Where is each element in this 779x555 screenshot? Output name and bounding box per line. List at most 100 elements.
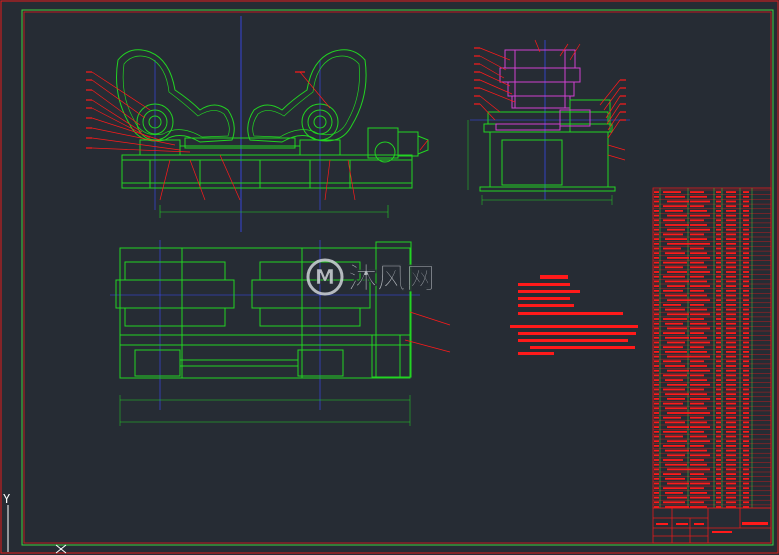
parts-list-cell-text bbox=[726, 383, 736, 386]
parts-list-cell-text bbox=[690, 416, 704, 419]
parts-list-cell-text bbox=[654, 482, 659, 485]
parts-list-cell-text bbox=[690, 318, 704, 320]
parts-list-cell-text bbox=[716, 247, 721, 250]
parts-list-cell-text bbox=[716, 430, 721, 433]
parts-list-cell-text bbox=[743, 416, 749, 419]
parts-list-cell-text bbox=[690, 388, 704, 391]
parts-list-cell-text bbox=[726, 219, 736, 222]
parts-list-cell-text bbox=[654, 210, 659, 212]
parts-list-cell-text bbox=[716, 496, 721, 499]
parts-list-cell-text bbox=[654, 322, 659, 325]
parts-list-cell-text bbox=[743, 308, 749, 311]
parts-list-cell-text bbox=[654, 477, 659, 480]
parts-list-cell-text bbox=[743, 454, 749, 457]
parts-list-cell-text bbox=[690, 304, 704, 306]
parts-list-cell-text bbox=[726, 275, 736, 278]
parts-list-cell-text bbox=[654, 416, 659, 419]
parts-list-cell-text bbox=[716, 299, 721, 302]
parts-list-cell-text bbox=[726, 473, 736, 475]
parts-list-cell-text bbox=[690, 238, 707, 240]
title-block bbox=[652, 507, 772, 544]
parts-list-cell-text bbox=[743, 412, 749, 414]
parts-list-cell-text bbox=[743, 398, 749, 400]
side-view bbox=[467, 40, 630, 205]
parts-list-cell-text bbox=[690, 473, 704, 475]
parts-list-cell-text bbox=[667, 313, 689, 316]
parts-list-cell-text bbox=[743, 228, 749, 231]
parts-list-cell-text bbox=[667, 299, 691, 302]
parts-list-cell-text bbox=[654, 374, 659, 377]
parts-list-cell-text bbox=[663, 205, 687, 208]
parts-list-cell-text bbox=[663, 304, 681, 306]
parts-list-cell-text bbox=[654, 238, 659, 240]
parts-list-cell-text bbox=[690, 247, 704, 250]
parts-list-cell-text bbox=[743, 393, 749, 396]
parts-list-cell-text bbox=[667, 214, 687, 217]
parts-list-cell-text bbox=[665, 322, 683, 325]
parts-list-cell-text bbox=[716, 318, 721, 320]
parts-list-cell-text bbox=[743, 355, 749, 358]
parts-list-cell-text bbox=[654, 369, 659, 372]
parts-list-cell-text bbox=[665, 252, 685, 255]
parts-list-cell-text bbox=[726, 318, 736, 320]
parts-list-cell-text bbox=[690, 383, 710, 386]
parts-list-cell-text bbox=[726, 416, 736, 419]
parts-list-cell-text bbox=[665, 379, 683, 381]
parts-list-cell-text bbox=[654, 266, 659, 269]
parts-list-cell-text bbox=[716, 416, 721, 419]
parts-list-cell-text bbox=[726, 388, 736, 391]
parts-list-cell-text bbox=[690, 501, 704, 504]
parts-list-cell-text bbox=[690, 275, 704, 278]
parts-list-cell-text bbox=[743, 407, 749, 410]
parts-list-cell-text bbox=[654, 336, 659, 339]
parts-list-cell-text bbox=[654, 200, 659, 203]
parts-list-cell-text bbox=[743, 322, 749, 325]
parts-list-cell-text bbox=[654, 360, 659, 363]
parts-list-cell-text bbox=[665, 238, 687, 240]
parts-list-cell-text bbox=[654, 407, 659, 410]
parts-list-cell-text bbox=[726, 496, 736, 499]
parts-list-cell-text bbox=[743, 247, 749, 250]
parts-list-cell-text bbox=[663, 318, 687, 320]
parts-list-cell-text bbox=[654, 459, 659, 461]
parts-list-cell-text bbox=[743, 313, 749, 316]
parts-list-cell-text bbox=[667, 383, 687, 386]
parts-list-cell-text bbox=[690, 219, 704, 222]
cad-drawing-canvas[interactable]: M 沐风网 Y bbox=[0, 0, 779, 555]
parts-list-cell-text bbox=[663, 487, 687, 490]
parts-list-cell-text bbox=[690, 210, 707, 212]
parts-list-cell-text bbox=[716, 336, 721, 339]
parts-list-cell-text bbox=[726, 393, 736, 396]
parts-list-cell-text bbox=[654, 247, 659, 250]
parts-list-cell-text bbox=[726, 271, 736, 273]
parts-list-cell-text bbox=[654, 346, 659, 349]
parts-list-cell-text bbox=[726, 477, 736, 480]
parts-list-cell-text bbox=[716, 214, 721, 217]
parts-list-cell-text bbox=[716, 313, 721, 316]
technical-notes bbox=[510, 275, 638, 355]
parts-list-cell-text bbox=[654, 191, 659, 193]
parts-list-cell-text bbox=[663, 416, 681, 419]
parts-list-cell-text bbox=[663, 430, 687, 433]
parts-list-cell-text bbox=[663, 191, 681, 193]
parts-list-cell-text bbox=[654, 289, 659, 292]
parts-list-cell-text bbox=[665, 210, 683, 212]
parts-list-cell-text bbox=[690, 430, 704, 433]
parts-list-cell-text bbox=[690, 224, 707, 226]
parts-list-cell-text bbox=[716, 477, 721, 480]
parts-list-cell-text bbox=[726, 257, 736, 259]
parts-list-cell-text bbox=[726, 351, 736, 353]
parts-list-cell-text bbox=[726, 346, 736, 349]
parts-list-cell-text bbox=[665, 308, 685, 311]
parts-list-cell-text bbox=[690, 360, 704, 363]
parts-list-cell-text bbox=[690, 271, 710, 273]
parts-list-cell-text bbox=[690, 445, 704, 447]
parts-list-cell-text bbox=[667, 468, 691, 471]
parts-list-cell-text bbox=[716, 341, 721, 344]
parts-list-cell-text bbox=[716, 238, 721, 240]
parts-list-cell-text bbox=[716, 233, 721, 236]
parts-list-cell-text bbox=[716, 374, 721, 377]
parts-list-cell-text bbox=[726, 299, 736, 302]
parts-list-cell-text bbox=[743, 430, 749, 433]
parts-list-cell-text bbox=[726, 445, 736, 447]
